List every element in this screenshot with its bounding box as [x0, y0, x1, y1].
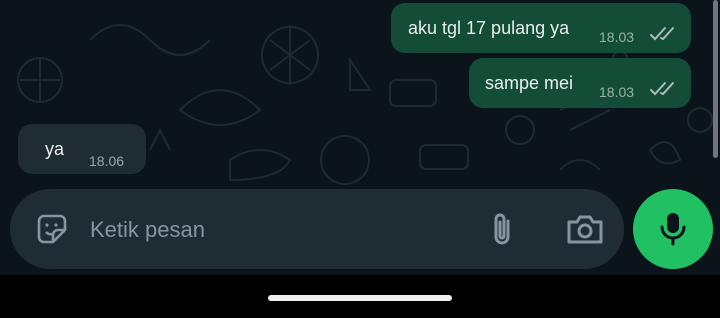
- message-text: ya: [45, 139, 65, 159]
- paperclip-icon[interactable]: [488, 211, 516, 247]
- message-outgoing-2[interactable]: sampe mei 18.03: [469, 58, 691, 108]
- message-time: 18.03: [599, 29, 635, 45]
- message-text: aku tgl 17 pulang ya: [408, 18, 570, 38]
- voice-message-button[interactable]: [633, 189, 713, 269]
- message-input[interactable]: [88, 207, 472, 253]
- message-incoming-1[interactable]: ya 18.06: [18, 124, 146, 174]
- camera-icon[interactable]: [565, 213, 605, 245]
- message-composer: [10, 189, 624, 269]
- sticker-icon[interactable]: [36, 213, 68, 245]
- message-outgoing-1[interactable]: aku tgl 17 pulang ya 18.03: [391, 3, 691, 53]
- message-time: 18.06: [89, 153, 125, 169]
- microphone-icon: [660, 213, 686, 246]
- double-check-icon: [650, 82, 674, 96]
- message-time: 18.03: [599, 84, 635, 100]
- message-text: sampe mei: [485, 73, 574, 93]
- home-gesture-handle[interactable]: [268, 295, 452, 301]
- chat-scrollbar[interactable]: [713, 0, 718, 158]
- double-check-icon: [650, 27, 674, 41]
- system-navigation-bar: [0, 275, 720, 318]
